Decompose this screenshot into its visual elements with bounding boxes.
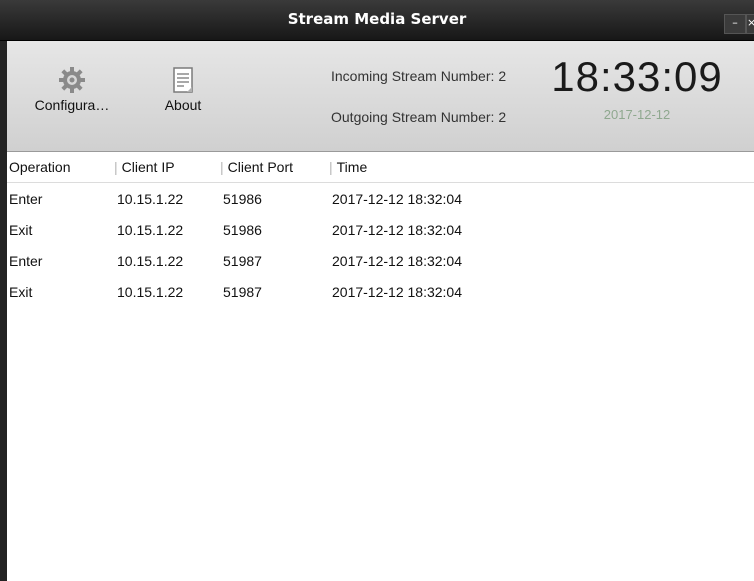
- cell-time: 2017-12-12 18:32:04: [332, 222, 462, 238]
- app-window: Stream Media Server – ×: [0, 0, 754, 581]
- cell-time: 2017-12-12 18:32:04: [332, 284, 462, 300]
- column-header-time[interactable]: | Time: [329, 159, 367, 175]
- close-button[interactable]: ×: [746, 14, 754, 34]
- clock-date: 2017-12-12: [603, 107, 671, 122]
- column-header-client-port[interactable]: | Client Port: [220, 159, 293, 175]
- cell-client-port: 51986: [223, 191, 262, 207]
- toolbar: Configura… About Incoming Stream Number:…: [7, 41, 754, 152]
- cell-operation: Enter: [9, 191, 43, 207]
- cell-time: 2017-12-12 18:32:04: [332, 191, 462, 207]
- document-icon: [168, 65, 198, 95]
- gear-icon: [57, 65, 87, 95]
- table-row[interactable]: Enter 10.15.1.22 51986 2017-12-12 18:32:…: [7, 183, 754, 214]
- outgoing-stream-value: 2: [498, 109, 507, 125]
- configuration-label: Configura…: [34, 97, 110, 113]
- incoming-stream-value: 2: [498, 68, 507, 84]
- window-title: Stream Media Server: [287, 10, 467, 28]
- cell-client-port: 51986: [223, 222, 262, 238]
- outgoing-stream-stat: Outgoing Stream Number: 2: [331, 109, 506, 125]
- configuration-button[interactable]: Configura…: [27, 65, 117, 113]
- incoming-stream-label: Incoming Stream Number:: [331, 68, 495, 84]
- cell-client-ip: 10.15.1.22: [117, 191, 184, 207]
- table-row[interactable]: Exit 10.15.1.22 51987 2017-12-12 18:32:0…: [7, 276, 754, 307]
- about-button[interactable]: About: [153, 65, 213, 113]
- cell-operation: Enter: [9, 253, 43, 269]
- connection-log-table: Operation | Client IP | Client Port | Time …: [7, 152, 754, 307]
- cell-client-ip: 10.15.1.22: [117, 284, 184, 300]
- cell-client-ip: 10.15.1.22: [117, 253, 184, 269]
- table-header: Operation | Client IP | Client Port | Time: [7, 152, 754, 183]
- table-row[interactable]: Exit 10.15.1.22 51986 2017-12-12 18:32:0…: [7, 214, 754, 245]
- about-label: About: [164, 97, 202, 113]
- cell-client-port: 51987: [223, 284, 262, 300]
- column-header-operation[interactable]: Operation: [9, 159, 70, 175]
- clock-time: 18:33:09: [551, 53, 723, 100]
- table-row[interactable]: Enter 10.15.1.22 51987 2017-12-12 18:32:…: [7, 245, 754, 276]
- cell-time: 2017-12-12 18:32:04: [332, 253, 462, 269]
- incoming-stream-stat: Incoming Stream Number: 2: [331, 68, 506, 84]
- cell-client-port: 51987: [223, 253, 262, 269]
- outgoing-stream-label: Outgoing Stream Number:: [331, 109, 495, 125]
- cell-operation: Exit: [9, 222, 33, 238]
- cell-client-ip: 10.15.1.22: [117, 222, 184, 238]
- title-bar[interactable]: Stream Media Server – ×: [0, 0, 754, 41]
- cell-operation: Exit: [9, 284, 33, 300]
- minimize-button[interactable]: –: [724, 14, 746, 34]
- column-header-client-ip[interactable]: | Client IP: [114, 159, 175, 175]
